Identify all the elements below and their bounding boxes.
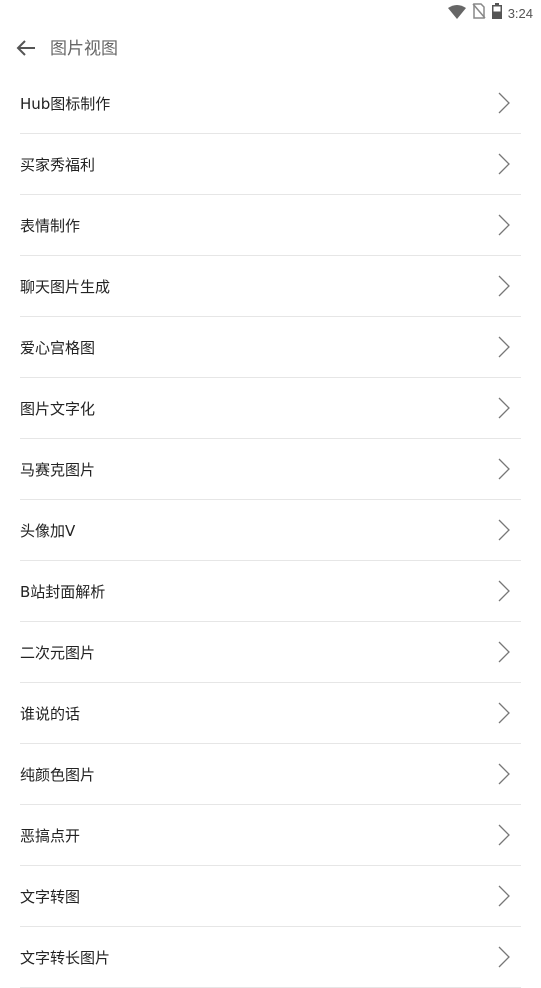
list-item-text-to-image[interactable]: 文字转图: [20, 866, 521, 927]
list-item-label: 纯颜色图片: [20, 765, 96, 784]
page-title: 图片视图: [50, 39, 118, 59]
list-item-avatar-v[interactable]: 头像加V: [20, 500, 521, 561]
list-item-who-said[interactable]: 谁说的话: [20, 683, 521, 744]
chevron-right-icon: [495, 91, 513, 115]
back-button[interactable]: [12, 36, 40, 64]
chevron-right-icon: [495, 335, 513, 359]
status-bar: 3:24: [0, 0, 541, 26]
no-sim-icon: [472, 3, 486, 23]
list-item-label: 文字转长图片: [20, 948, 111, 967]
list-item-prank-open[interactable]: 恶搞点开: [20, 805, 521, 866]
chevron-right-icon: [495, 152, 513, 176]
list-item-label: 恶搞点开: [20, 826, 81, 845]
list-item-label: 爱心宫格图: [20, 338, 96, 357]
chevron-right-icon: [495, 823, 513, 847]
chevron-right-icon: [495, 762, 513, 786]
status-time: 3:24: [507, 5, 533, 21]
status-icons: 3:24: [447, 3, 533, 23]
list-item-emoji-maker[interactable]: 表情制作: [20, 195, 521, 256]
chevron-right-icon: [495, 457, 513, 481]
list-item-solid-color[interactable]: 纯颜色图片: [20, 744, 521, 805]
list-item-mosaic[interactable]: 马赛克图片: [20, 439, 521, 500]
list-item-bilibili-cover[interactable]: B站封面解析: [20, 561, 521, 622]
battery-icon: [491, 3, 502, 23]
list-item-anime-image[interactable]: 二次元图片: [20, 622, 521, 683]
tool-list: Hub图标制作 买家秀福利 表情制作 聊天图片生成 爱心宫格图 图片文字化 马赛…: [20, 73, 521, 988]
list-item-label: 表情制作: [20, 216, 81, 235]
list-item-heart-grid[interactable]: 爱心宫格图: [20, 317, 521, 378]
chevron-right-icon: [495, 396, 513, 420]
list-item-label: 头像加V: [20, 521, 76, 540]
list-item-buyer-show[interactable]: 买家秀福利: [20, 134, 521, 195]
chevron-right-icon: [495, 701, 513, 725]
list-item-label: Hub图标制作: [20, 94, 111, 113]
list-item-hub-icon[interactable]: Hub图标制作: [20, 73, 521, 134]
chevron-right-icon: [495, 640, 513, 664]
chevron-right-icon: [495, 274, 513, 298]
arrow-left-icon: [16, 39, 36, 61]
list-item-label: 聊天图片生成: [20, 277, 111, 296]
chevron-right-icon: [495, 945, 513, 969]
list-item-image-to-text[interactable]: 图片文字化: [20, 378, 521, 439]
list-item-label: 谁说的话: [20, 704, 81, 723]
chevron-right-icon: [495, 579, 513, 603]
list-item-label: B站封面解析: [20, 582, 106, 601]
wifi-icon: [447, 4, 466, 23]
list-item-chat-image[interactable]: 聊天图片生成: [20, 256, 521, 317]
list-item-label: 买家秀福利: [20, 155, 96, 174]
list-item-label: 文字转图: [20, 887, 81, 906]
chevron-right-icon: [495, 518, 513, 542]
chevron-right-icon: [495, 213, 513, 237]
app-bar: 图片视图: [0, 26, 541, 72]
list-item-text-to-long-image[interactable]: 文字转长图片: [20, 927, 521, 988]
list-item-label: 马赛克图片: [20, 460, 96, 479]
chevron-right-icon: [495, 884, 513, 908]
list-item-label: 二次元图片: [20, 643, 96, 662]
list-item-label: 图片文字化: [20, 399, 96, 418]
